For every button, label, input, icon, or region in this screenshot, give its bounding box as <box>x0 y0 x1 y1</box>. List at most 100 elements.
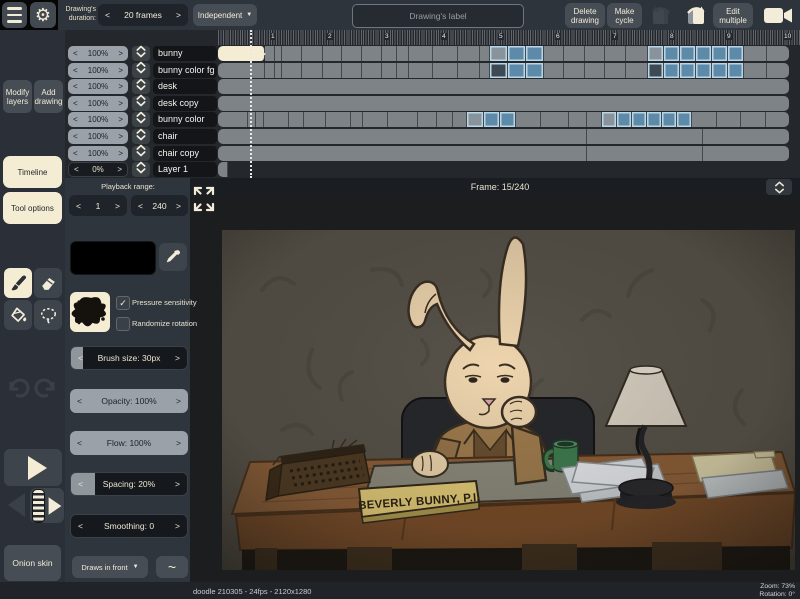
independent-dropdown[interactable]: Independent ▼ <box>193 4 257 26</box>
timeline-cell[interactable] <box>218 62 265 78</box>
timeline-cell[interactable] <box>564 46 585 61</box>
timeline-cell[interactable] <box>453 112 467 128</box>
timeline-cell[interactable] <box>363 112 388 128</box>
timeline-cell[interactable] <box>467 112 484 128</box>
timeline-cell[interactable] <box>397 46 409 61</box>
timeline-cell[interactable] <box>585 62 605 78</box>
draws-in-front-dropdown[interactable]: Draws in front ▼ <box>72 556 148 578</box>
layer-name-field[interactable]: desk <box>153 79 217 95</box>
timeline-cell[interactable] <box>500 112 516 128</box>
timeline-cell[interactable] <box>587 112 602 128</box>
play-button[interactable] <box>4 449 62 486</box>
timeline-cell[interactable] <box>275 62 282 78</box>
timeline-cell[interactable] <box>351 112 363 128</box>
timeline-cell[interactable] <box>585 46 605 61</box>
timeline-cell[interactable] <box>703 129 789 144</box>
track-chair[interactable] <box>218 129 789 144</box>
film-strip-icon[interactable] <box>31 488 45 523</box>
timeline-cell[interactable] <box>741 112 766 128</box>
timeline-cell[interactable] <box>480 62 490 78</box>
timeline-cell[interactable] <box>728 62 744 78</box>
step-back-button[interactable] <box>8 493 25 517</box>
timeline-cell[interactable] <box>409 62 433 78</box>
tab-tool-options[interactable]: Tool options <box>3 192 62 224</box>
timeline-cell[interactable] <box>218 46 266 61</box>
layer-name-field[interactable]: Layer 1 <box>153 162 217 178</box>
timeline-cell[interactable] <box>767 46 789 61</box>
flow-slider[interactable]: < Flow: 100% > <box>70 431 188 455</box>
timeline-cell[interactable] <box>218 79 789 95</box>
brush-size-slider[interactable]: < Brush size: 30px > <box>70 346 188 370</box>
timeline-cell[interactable] <box>433 62 458 78</box>
timeline-cell[interactable] <box>647 112 662 128</box>
timeline-cell[interactable] <box>289 112 304 128</box>
canvas-artwork[interactable]: BEVERLY BUNNY, P.I. <box>222 230 795 570</box>
timeline-cell[interactable] <box>275 46 282 61</box>
timeline-cell[interactable] <box>703 145 789 161</box>
layer-reorder-button[interactable] <box>132 111 150 128</box>
redo-button[interactable] <box>681 4 711 27</box>
fullscreen-button[interactable] <box>192 185 216 218</box>
timeline-cell[interactable] <box>437 112 453 128</box>
timeline-cell[interactable] <box>433 46 458 61</box>
timeline-cell[interactable] <box>680 62 696 78</box>
timeline-cell[interactable] <box>696 62 712 78</box>
playhead[interactable] <box>250 30 252 178</box>
layer-reorder-button[interactable] <box>132 94 150 111</box>
timeline-cell[interactable] <box>516 112 541 128</box>
timeline-cell[interactable] <box>544 62 564 78</box>
playback-start-stepper[interactable]: < 1 > <box>69 195 127 216</box>
timeline-cell[interactable] <box>662 112 677 128</box>
layer-opacity-stepper[interactable]: <100% > <box>68 79 128 95</box>
edit-multiple-button[interactable]: Edit multiple <box>713 3 753 28</box>
timeline-cell[interactable] <box>323 46 342 61</box>
randomize-rotation-checkbox[interactable] <box>116 317 130 331</box>
frame-scrub-control[interactable] <box>30 488 64 523</box>
undo-sidebar-button[interactable] <box>5 374 31 400</box>
timeline-cell[interactable] <box>664 46 680 61</box>
make-cycle-button[interactable]: Make cycle <box>607 3 642 28</box>
timeline-cell[interactable] <box>302 62 323 78</box>
brush-preview[interactable] <box>70 292 110 332</box>
timeline-cell[interactable] <box>617 112 632 128</box>
layer-name-field[interactable]: chair <box>153 129 217 144</box>
drawings-label-input[interactable]: Drawing's label <box>352 4 524 28</box>
track-bunny-color[interactable] <box>218 112 789 128</box>
playback-end-stepper[interactable]: < 240 > <box>131 195 188 216</box>
layer-name-field[interactable]: bunny <box>153 46 217 61</box>
timeline-cell[interactable] <box>564 62 585 78</box>
color-swatch[interactable] <box>70 241 156 275</box>
onion-skin-button[interactable]: Onion skin <box>4 545 61 581</box>
timeline-cell[interactable] <box>490 46 508 61</box>
timeline-cell[interactable] <box>418 112 437 128</box>
timeline-ruler[interactable]: 1 2 3 4 5 6 7 8 9 10 <box>218 30 800 45</box>
timeline-cell[interactable] <box>541 112 569 128</box>
layer-reorder-button[interactable] <box>132 144 150 161</box>
timeline-cell[interactable] <box>626 62 648 78</box>
timeline-cell[interactable] <box>569 112 587 128</box>
timeline-cell[interactable] <box>526 46 544 61</box>
timeline-cell[interactable] <box>218 129 587 144</box>
hamburger-menu-button[interactable] <box>2 2 27 28</box>
timeline-cell[interactable] <box>605 46 626 61</box>
layer-name-field[interactable]: bunny color fg <box>153 62 217 78</box>
timeline-cell[interactable] <box>218 145 587 161</box>
timeline-cell[interactable] <box>304 112 326 128</box>
timeline-cell[interactable] <box>388 112 418 128</box>
timeline-cell[interactable] <box>677 112 692 128</box>
timeline-cell[interactable] <box>458 46 480 61</box>
timeline-cell[interactable] <box>409 46 433 61</box>
timeline-cell[interactable] <box>648 62 664 78</box>
lasso-tool-button[interactable] <box>34 300 62 330</box>
timeline-cell[interactable] <box>717 112 741 128</box>
timeline-cell[interactable] <box>712 46 728 61</box>
pressure-sensitivity-checkbox[interactable]: ✓ <box>116 296 130 310</box>
layer-reorder-button[interactable] <box>132 45 150 61</box>
timeline-cell[interactable] <box>648 46 664 61</box>
timeline-cell[interactable] <box>397 62 409 78</box>
timeline-cell[interactable] <box>692 112 717 128</box>
timeline-cell[interactable] <box>728 46 744 61</box>
timeline-cell[interactable] <box>490 62 508 78</box>
timeline-cell[interactable] <box>526 62 544 78</box>
timeline-cell[interactable] <box>282 62 302 78</box>
